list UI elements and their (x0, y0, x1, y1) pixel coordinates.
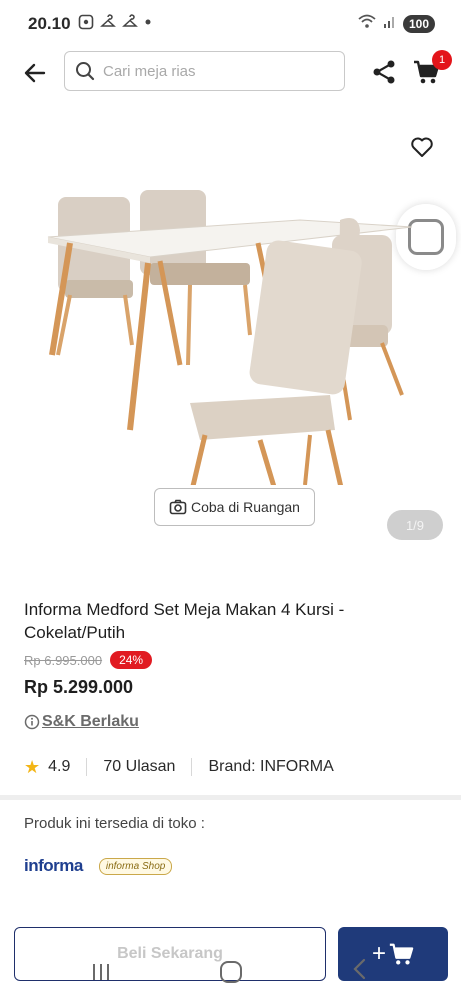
current-price: Rp 5.299.000 (24, 677, 134, 697)
system-navigation-bar (0, 946, 461, 1000)
back-button[interactable] (20, 58, 50, 88)
share-button[interactable] (368, 56, 400, 88)
terms-label: S&K Berlaku (42, 713, 139, 730)
nav-back-icon[interactable] (352, 958, 368, 980)
recent-apps-icon[interactable] (90, 962, 112, 982)
store-availability-label: Produk ini tersedia di toko : (24, 815, 205, 832)
wifi-icon (357, 13, 377, 34)
screenshot-icon (78, 14, 94, 33)
store-logos: informa informa Shop (24, 856, 173, 876)
try-in-room-label: Coba di Ruangan (191, 499, 300, 515)
arrow-left-icon (24, 63, 46, 83)
reviews-count: 70 Ulasan (103, 758, 176, 775)
price-row: Rp 6.995.000 24% (24, 651, 153, 669)
top-app-bar: 1 (0, 48, 461, 96)
section-divider (0, 795, 461, 800)
cart-button[interactable]: 1 (408, 50, 452, 88)
informa-logo[interactable]: informa (24, 856, 83, 876)
info-icon (24, 714, 40, 730)
brand-label: Brand: INFORMA (208, 758, 334, 775)
reviews-stat[interactable]: 70 Ulasan (86, 758, 191, 776)
search-input[interactable] (103, 62, 323, 80)
search-bar[interactable] (64, 51, 345, 91)
status-notification-icons (78, 14, 152, 33)
home-icon[interactable] (220, 961, 242, 983)
rating-stat[interactable]: ★ 4.9 (24, 757, 86, 778)
product-image-gallery[interactable]: Coba di Ruangan 1/9 (0, 100, 461, 570)
search-icon (76, 62, 95, 81)
discount-badge: 24% (110, 651, 153, 669)
terms-link[interactable]: S&K Berlaku (24, 713, 139, 731)
battery-indicator: 100 (402, 14, 435, 33)
product-image (47, 190, 413, 485)
cart-count-badge: 1 (432, 50, 452, 70)
product-stats: ★ 4.9 70 Ulasan Brand: INFORMA (24, 752, 350, 782)
rating-value: 4.9 (48, 758, 71, 775)
signal-icon (383, 13, 397, 34)
product-title: Informa Medford Set Meja Makan 4 Kursi -… (24, 600, 345, 642)
image-page-indicator: 1/9 (387, 510, 443, 540)
camera-icon (169, 499, 187, 515)
informa-shop-logo[interactable]: informa Shop (98, 857, 173, 875)
informa-logo-text: informa (24, 856, 83, 875)
hanger-icon (122, 14, 138, 33)
status-system-icons: 100 (357, 13, 435, 34)
original-price: Rp 6.995.000 (24, 652, 103, 668)
share-icon (373, 60, 395, 84)
star-icon: ★ (24, 756, 41, 777)
heart-icon (411, 137, 433, 157)
dot-icon (144, 14, 152, 33)
status-bar: 20.10 100 (0, 0, 461, 48)
wishlist-button[interactable] (407, 132, 437, 162)
informa-shop-logo-text: informa Shop (105, 860, 166, 872)
try-in-room-button[interactable]: Coba di Ruangan (154, 488, 315, 526)
hanger-icon (100, 14, 116, 33)
brand-stat[interactable]: Brand: INFORMA (191, 758, 349, 776)
status-time: 20.10 (28, 14, 71, 33)
